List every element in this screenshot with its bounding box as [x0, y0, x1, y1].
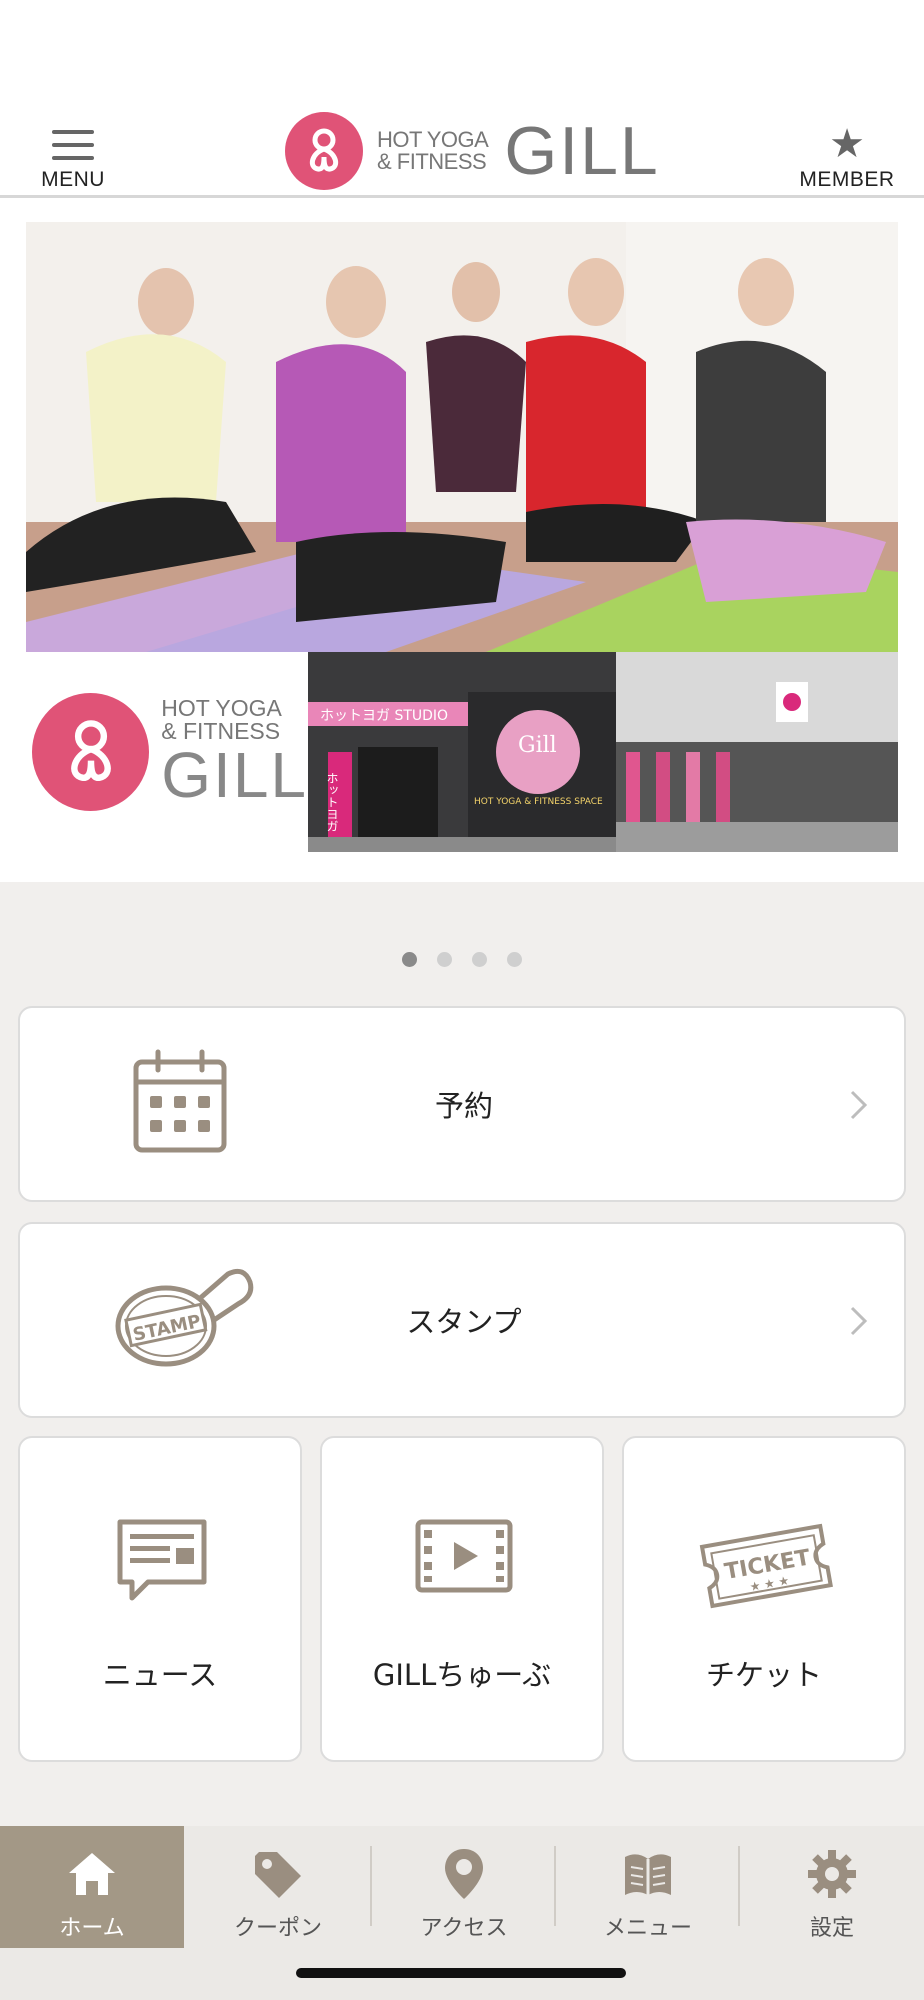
store-front-photo-1: ホットヨガ STUDIO ホットヨガ Gill HOT YOGA & FITNE… [308, 652, 616, 852]
tab-home[interactable]: ホーム [0, 1826, 184, 1948]
store1-sign-text: ホットヨガ STUDIO [320, 708, 448, 724]
chevron-right-icon [850, 1090, 868, 1120]
reserve-label: 予約 [434, 1089, 493, 1123]
stamp-label: スタンプ [406, 1305, 522, 1339]
tag-icon [251, 1848, 305, 1900]
star-icon: ★ [829, 121, 865, 167]
logo-line1: HOT YOGA [377, 127, 489, 152]
tab-home-label: ホーム [59, 1916, 125, 1941]
map-pin-icon [443, 1848, 485, 1900]
news-label: ニュース [102, 1658, 218, 1692]
ticket-card[interactable]: TICKET ★ ★ ★ チケット [622, 1436, 906, 1762]
yoga-class-photo [26, 222, 898, 652]
logo-brand-name: GILL [504, 113, 660, 189]
hero-carousel[interactable]: HOT YOGA & FITNESS GILL ホットヨガ STUDIO ホット… [0, 198, 924, 882]
store1-sub-text: HOT YOGA & FITNESS SPACE [474, 797, 603, 807]
home-icon [65, 1848, 119, 1900]
brand-logo[interactable]: HOT YOGA & FITNESS GILL [285, 104, 660, 198]
tab-settings[interactable]: 設定 [740, 1826, 924, 1948]
tab-coupon-label: クーポン [233, 1916, 322, 1941]
pager-dot-1[interactable] [402, 952, 417, 967]
tab-menu[interactable]: メニュー [556, 1826, 740, 1948]
brand-logo-mark-icon [285, 112, 363, 190]
carousel-pager [0, 952, 924, 967]
store-front-photo-2 [616, 652, 898, 852]
member-button[interactable]: ★ MEMBER [792, 114, 902, 192]
tube-label: GILLちゅーぶ [372, 1658, 552, 1692]
ticket-label: チケット [705, 1658, 822, 1692]
banner-logo-brand: GILL [161, 739, 308, 811]
video-icon [322, 1516, 606, 1624]
banner-logo-mark-icon [32, 693, 150, 811]
stamp-card[interactable]: STAMP スタンプ [18, 1222, 906, 1418]
tab-access-label: アクセス [420, 1916, 508, 1941]
status-bar [0, 0, 924, 104]
pager-dot-2[interactable] [437, 952, 452, 967]
pager-dot-3[interactable] [472, 952, 487, 967]
gear-icon [806, 1848, 858, 1900]
banner-brand-logo: HOT YOGA & FITNESS GILL [26, 652, 308, 852]
hamburger-icon [52, 130, 94, 160]
store-banner-text: ホットヨガ [325, 772, 339, 832]
news-icon [20, 1516, 304, 1624]
book-icon [621, 1848, 675, 1900]
banner-image: HOT YOGA & FITNESS GILL ホットヨガ STUDIO ホット… [26, 222, 898, 852]
menu-label: MENU [41, 168, 105, 191]
menu-button[interactable]: MENU [30, 114, 116, 192]
logo-line2: & FITNESS [377, 149, 487, 174]
store1-logo-text: Gill [518, 733, 557, 758]
tab-coupon[interactable]: クーポン [186, 1826, 370, 1948]
banner-logo-line1: HOT YOGA [161, 695, 282, 721]
pager-dot-4[interactable] [507, 952, 522, 967]
home-indicator [296, 1968, 626, 1978]
reserve-card[interactable]: 予約 [18, 1006, 906, 1202]
tab-access[interactable]: アクセス [372, 1826, 556, 1948]
ticket-icon: TICKET ★ ★ ★ [624, 1516, 908, 1624]
tube-card[interactable]: GILLちゅーぶ [320, 1436, 604, 1762]
tab-settings-label: 設定 [809, 1916, 854, 1941]
member-label: MEMBER [799, 168, 895, 191]
chevron-right-icon [850, 1306, 868, 1336]
tab-menu-label: メニュー [603, 1916, 692, 1941]
news-card[interactable]: ニュース [18, 1436, 302, 1762]
app-header: MENU HOT YOGA & FITNESS GILL ★ MEMBER [0, 104, 924, 198]
